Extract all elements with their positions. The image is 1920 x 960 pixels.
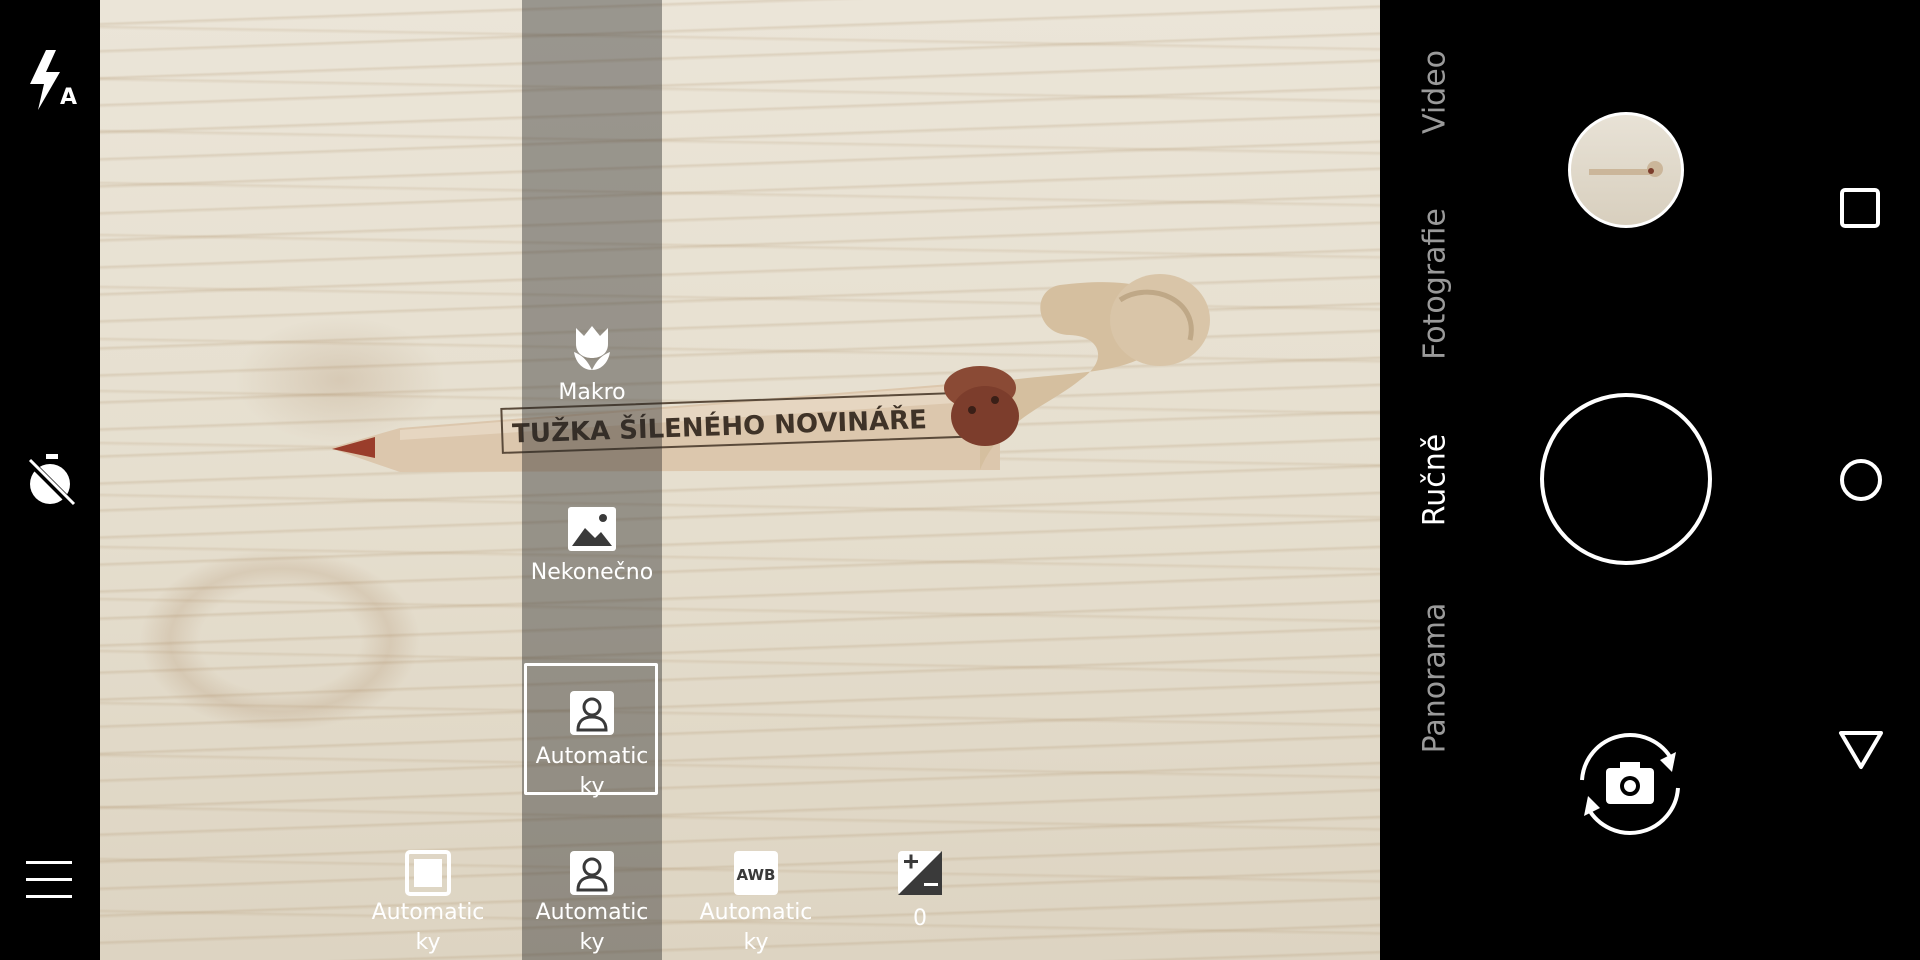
person-icon [570, 851, 614, 895]
mode-panorama[interactable]: Panorama [1418, 603, 1453, 754]
svg-text:A: A [60, 85, 77, 110]
focus-option-label: Makro [558, 380, 626, 405]
back-button[interactable] [1838, 730, 1884, 770]
setting-label: Automatic ky [535, 900, 649, 955]
setting-focus[interactable]: Automatic ky [522, 850, 662, 958]
mode-selector: Video Fotografie Ručně Panorama [1380, 0, 1490, 960]
hamburger-menu-icon[interactable] [26, 858, 72, 902]
triangle-back-icon [1839, 731, 1883, 769]
thumbnail-image [1589, 161, 1663, 177]
shutter-button[interactable] [1540, 393, 1712, 565]
setting-label: Automatic ky [371, 900, 485, 955]
awb-icon-text: AWB [737, 866, 776, 884]
square-outline-icon [1840, 188, 1880, 228]
capture-controls [1490, 0, 1790, 960]
camera-viewfinder[interactable]: TUŽKA ŠÍLENÉHO NOVINÁŘE Makro Nekonečno [100, 0, 1380, 960]
setting-exposure[interactable]: 0 [850, 850, 990, 934]
home-button[interactable] [1839, 458, 1883, 502]
setting-label: 0 [913, 906, 927, 931]
left-toolbar: A [0, 0, 100, 960]
scene-pencil: TUŽKA ŠÍLENÉHO NOVINÁŘE [330, 274, 1210, 472]
mode-photo[interactable]: Fotografie [1418, 208, 1453, 360]
flash-auto-icon[interactable]: A [24, 48, 80, 112]
mode-video[interactable]: Video [1418, 50, 1453, 134]
focus-option-infinity[interactable]: Nekonečno [522, 506, 662, 588]
focus-selected-frame [524, 663, 658, 795]
focus-mode-panel: Makro Nekonečno Automatic ky [522, 0, 662, 960]
mode-manual[interactable]: Ručně [1418, 434, 1453, 526]
system-navigation-bar [1790, 0, 1920, 960]
setting-white-balance[interactable]: AWB Automatic ky [686, 850, 826, 958]
exposure-icon [898, 851, 942, 895]
square-icon [405, 850, 451, 896]
focus-option-label: Nekonečno [530, 560, 654, 585]
setting-label: Automatic ky [699, 900, 813, 955]
switch-camera-icon [1580, 733, 1680, 835]
circle-outline-icon [1840, 459, 1882, 501]
recent-apps-button[interactable] [1840, 188, 1880, 228]
landscape-icon [568, 507, 616, 551]
gallery-thumbnail[interactable] [1568, 112, 1684, 228]
focus-option-macro[interactable]: Makro [522, 322, 662, 408]
timer-off-icon[interactable] [24, 452, 80, 509]
switch-camera-button[interactable] [1560, 724, 1700, 844]
setting-metering[interactable]: Automatic ky [358, 850, 498, 958]
awb-icon: AWB [734, 851, 778, 895]
macro-tulip-icon [574, 326, 610, 370]
